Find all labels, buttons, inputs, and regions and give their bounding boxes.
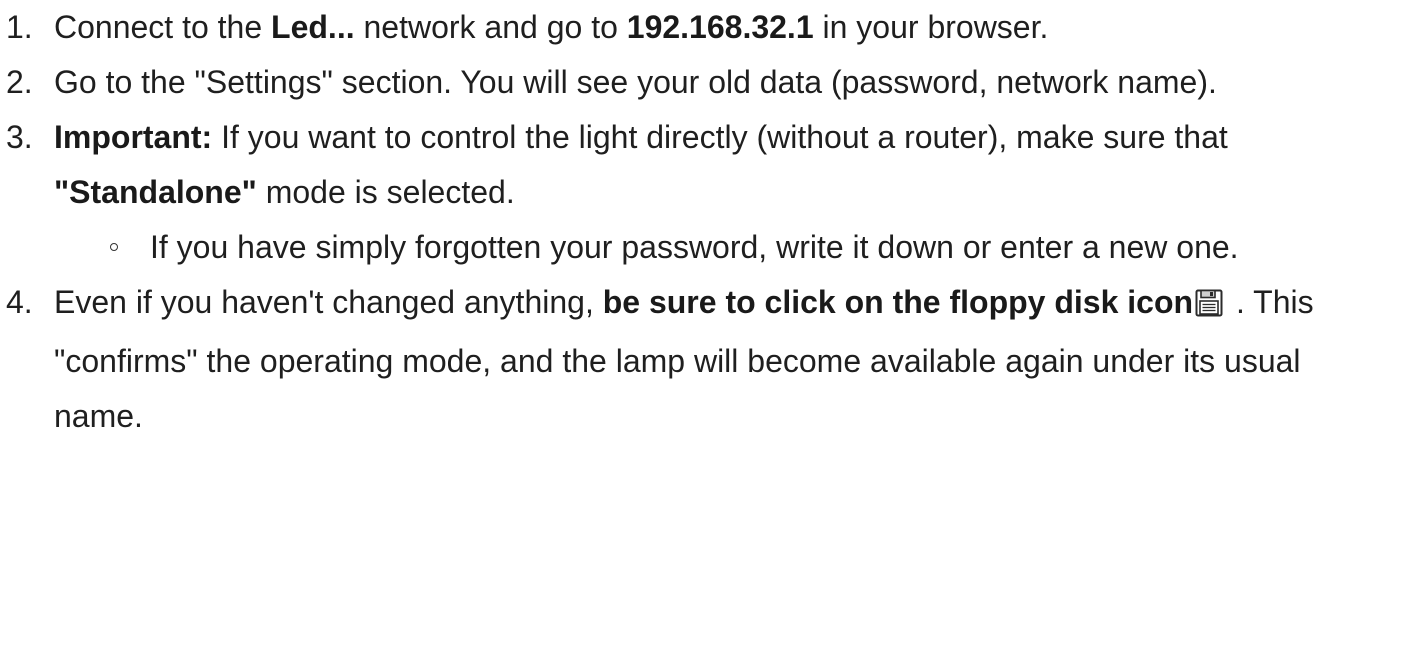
save-instruction: be sure to click on the floppy disk icon	[602, 284, 1194, 320]
standalone-mode-label: "Standalone"	[54, 174, 257, 210]
network-name: Led...	[271, 9, 355, 45]
step-4: 4. Even if you haven't changed anything,…	[0, 275, 1401, 444]
step-2: 2. Go to the "Settings" section. You wil…	[0, 55, 1401, 110]
step-text: If you want to control the light directl…	[212, 119, 1228, 155]
sub-list-item: If you have simply forgotten your passwo…	[54, 220, 1393, 275]
step-text: Go to the "Settings" section. You will s…	[54, 64, 1217, 100]
step-text: Connect to the	[54, 9, 272, 45]
step-number: 1.	[6, 9, 33, 45]
sub-item-text: If you have simply forgotten your passwo…	[150, 229, 1239, 265]
step-text: Even if you haven't changed anything,	[54, 284, 603, 320]
floppy-disk-icon	[1195, 279, 1223, 334]
step-number: 2.	[6, 64, 33, 100]
step-text: in your browser.	[813, 9, 1049, 45]
instruction-document: 1. Connect to the Led... network and go …	[0, 0, 1401, 662]
ip-address: 192.168.32.1	[626, 9, 814, 45]
step-3: 3. Important: If you want to control the…	[0, 110, 1401, 275]
step-number: 3.	[6, 119, 33, 155]
bullet-circle-icon	[110, 243, 118, 251]
step-3-subitems: If you have simply forgotten your passwo…	[54, 220, 1393, 275]
step-number: 4.	[6, 284, 33, 320]
step-text: mode is selected.	[256, 174, 515, 210]
step-text: network and go to	[354, 9, 627, 45]
important-label: Important:	[54, 119, 213, 155]
steps-list: 1. Connect to the Led... network and go …	[0, 0, 1401, 444]
step-1: 1. Connect to the Led... network and go …	[0, 0, 1401, 55]
